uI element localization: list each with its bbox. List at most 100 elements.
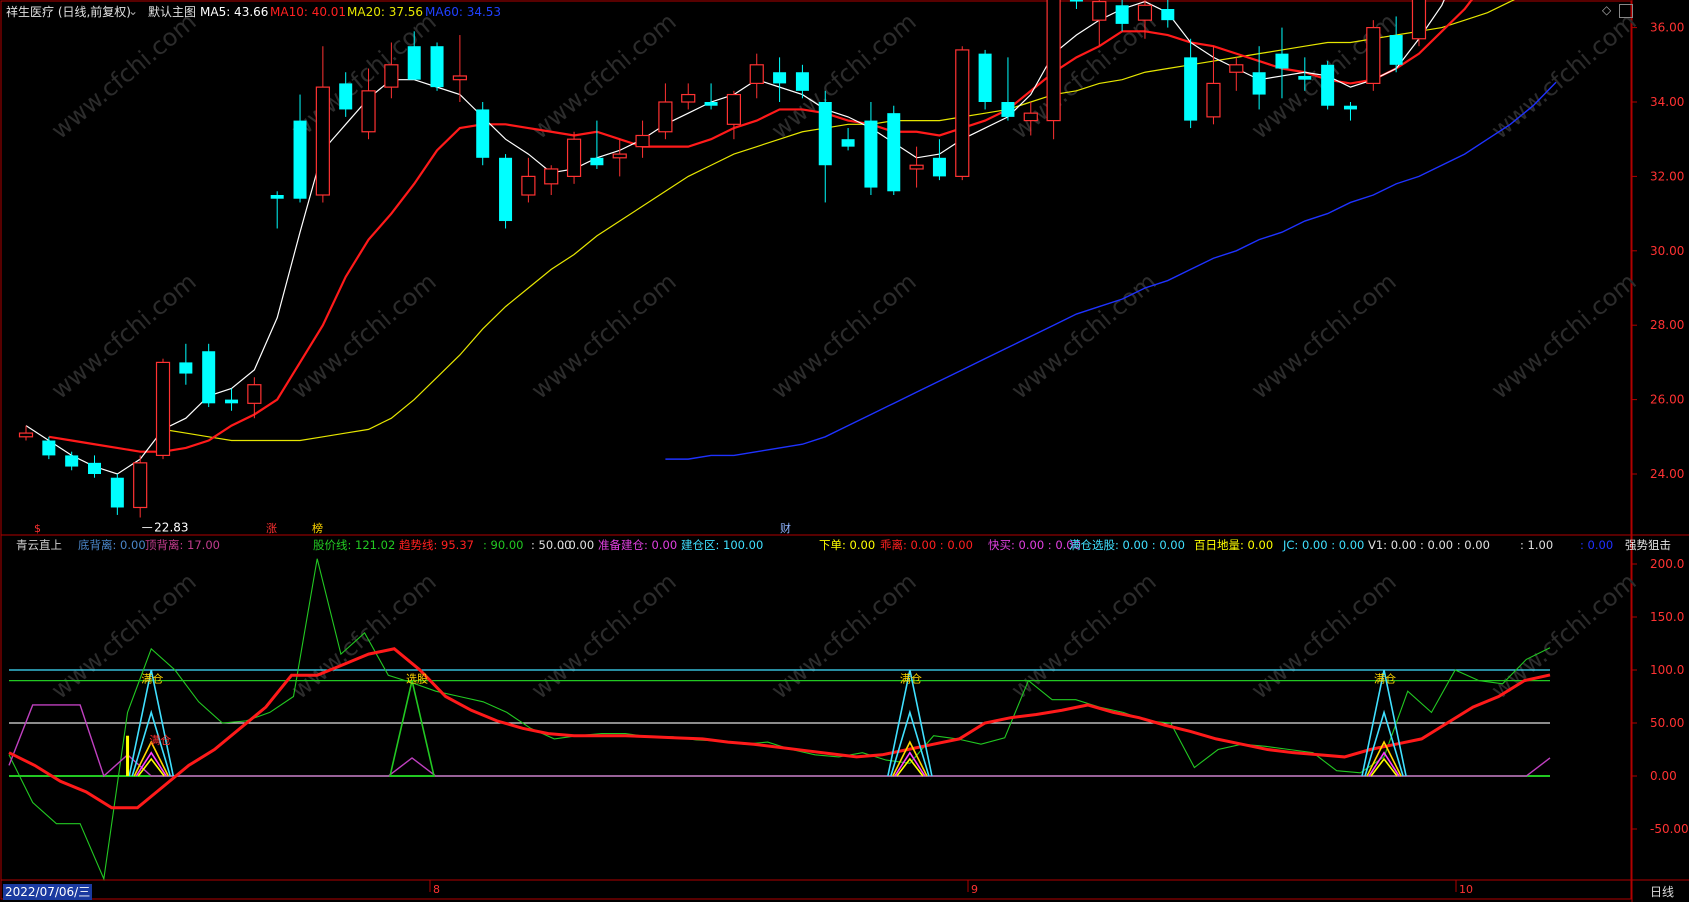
candle-up bbox=[247, 384, 262, 404]
candle-down bbox=[1389, 35, 1403, 65]
candle-down bbox=[202, 351, 216, 404]
ma5-label: MA5: 43.66 bbox=[200, 5, 269, 19]
candle-down bbox=[293, 120, 307, 199]
candle-up bbox=[955, 49, 970, 178]
chart-canvas: www.cfchi.com www.cfchi.com www.cfchi.com w… bbox=[0, 0, 1689, 902]
watermark: www.cfchi.com bbox=[1246, 267, 1402, 404]
watermark: www.cfchi.com bbox=[286, 267, 442, 404]
candle-down bbox=[430, 46, 444, 88]
candle-down bbox=[818, 102, 832, 166]
signal-annotation: 满仓 bbox=[149, 733, 171, 747]
sub-tick-label: 0.00 bbox=[1650, 769, 1677, 783]
candle-down bbox=[88, 462, 102, 474]
watermark: www.cfchi.com bbox=[1486, 267, 1642, 404]
price-tick-label: 28.00 bbox=[1650, 318, 1684, 332]
candle-down bbox=[110, 477, 124, 508]
candle-up bbox=[18, 432, 34, 438]
candle-down bbox=[179, 362, 193, 374]
candle-down bbox=[841, 139, 855, 147]
candle-down bbox=[1321, 64, 1335, 106]
candle-down bbox=[476, 109, 490, 158]
indicator-value: 快买: 0.00 : 0.00 bbox=[988, 538, 1081, 552]
sub-tick-label: 50.00 bbox=[1650, 716, 1684, 730]
candle-down bbox=[864, 120, 878, 188]
price-tick-label: 36.00 bbox=[1650, 21, 1684, 35]
price-tick-label: 34.00 bbox=[1650, 95, 1684, 109]
maximize-icon[interactable] bbox=[1619, 4, 1633, 18]
candle-up bbox=[544, 168, 559, 185]
candle-down bbox=[773, 72, 787, 84]
indicator-value: JC: 0.00 : 0.00 bbox=[1283, 538, 1365, 552]
sub-tick-label: 100.0 bbox=[1650, 663, 1684, 677]
candle-up bbox=[133, 462, 148, 509]
stock-title[interactable]: 祥生医疗 (日线,前复权) bbox=[6, 4, 131, 20]
candle-down bbox=[270, 195, 284, 199]
watermark: www.cfchi.com bbox=[46, 7, 202, 144]
candle-down bbox=[704, 102, 718, 106]
candle-up bbox=[1411, 0, 1427, 40]
candle-down bbox=[1343, 105, 1357, 110]
watermark: www.cfchi.com bbox=[1006, 267, 1162, 404]
price-tick-label: 24.00 bbox=[1650, 467, 1684, 481]
candle-down bbox=[339, 83, 353, 110]
indicator-value: : 90.00 bbox=[483, 538, 524, 552]
candle-up bbox=[658, 101, 673, 133]
ma20-label: MA20: 37.56 bbox=[347, 5, 424, 19]
indicator-value: 满仓选股: 0.00 : 0.00 bbox=[1069, 538, 1185, 552]
candle-up bbox=[1092, 0, 1107, 21]
chevron-down-icon[interactable]: ⌄ bbox=[128, 3, 138, 19]
indicator-value: 股价线: 121.02 bbox=[313, 538, 396, 552]
diamond-icon[interactable]: ◇ bbox=[1602, 3, 1611, 17]
candle-up bbox=[384, 64, 399, 88]
candle-up bbox=[726, 93, 742, 125]
watermark: www.cfchi.com bbox=[766, 567, 922, 704]
candle-down bbox=[499, 157, 513, 222]
indicator-value: 建仓区: 100.00 bbox=[681, 538, 764, 552]
watermark: www.cfchi.com bbox=[526, 567, 682, 704]
indicator-value: 底背离: 0.00 bbox=[78, 538, 146, 552]
candle-down bbox=[978, 53, 992, 102]
watermark: www.cfchi.com bbox=[1486, 7, 1642, 144]
watermark: www.cfchi.com bbox=[46, 567, 202, 704]
indicator-value: 乖离: 0.00 : 0.00 bbox=[880, 538, 973, 552]
candle-up bbox=[566, 138, 582, 177]
price-tick-label: 32.00 bbox=[1650, 169, 1684, 183]
indicator-value: 趋势线: 95.37 bbox=[399, 538, 474, 552]
candle-up bbox=[361, 90, 376, 133]
candle-up bbox=[1366, 27, 1381, 84]
month-label: 9 bbox=[971, 883, 978, 896]
event-marker: 榜 bbox=[312, 521, 323, 535]
candle-down bbox=[795, 72, 809, 91]
candle-down bbox=[1161, 9, 1175, 21]
cursor-date: 2022/07/06/三 bbox=[3, 884, 93, 900]
indicator-value: 顶背离: 17.00 bbox=[145, 538, 220, 552]
indicator-value: : 0.00 bbox=[561, 538, 595, 552]
candle-up bbox=[1206, 82, 1221, 118]
candle-down bbox=[1252, 72, 1266, 95]
candle-up bbox=[315, 86, 330, 196]
candle-up bbox=[155, 361, 171, 456]
candle-down bbox=[42, 440, 56, 456]
candle-down bbox=[1298, 75, 1312, 80]
candle-down bbox=[932, 157, 946, 177]
signal-annotation: 满仓 bbox=[1374, 672, 1396, 686]
period-label[interactable]: 日线 bbox=[1650, 884, 1674, 900]
watermark: www.cfchi.com bbox=[526, 267, 682, 404]
watermark: www.cfchi.com bbox=[1006, 7, 1162, 144]
month-label: 10 bbox=[1459, 883, 1473, 896]
signal-annotation: 满仓 bbox=[141, 672, 163, 686]
price-tick-label: 26.00 bbox=[1650, 393, 1684, 407]
candle-down bbox=[1001, 102, 1015, 117]
candle-down bbox=[1275, 53, 1289, 69]
sub-tick-label: 150.0 bbox=[1650, 610, 1684, 624]
sub-tick-label: -50.00 bbox=[1650, 822, 1689, 836]
signal-annotation: 满仓 bbox=[900, 672, 922, 686]
candle-up bbox=[1229, 64, 1244, 73]
candle-down bbox=[887, 113, 901, 192]
candle-up bbox=[521, 175, 536, 196]
watermark: www.cfchi.com bbox=[1486, 567, 1642, 704]
price-line bbox=[8, 558, 1551, 881]
signal-spike bbox=[890, 709, 930, 777]
template-selector[interactable]: 默认主图 bbox=[148, 4, 196, 20]
candle-down bbox=[1069, 0, 1083, 2]
